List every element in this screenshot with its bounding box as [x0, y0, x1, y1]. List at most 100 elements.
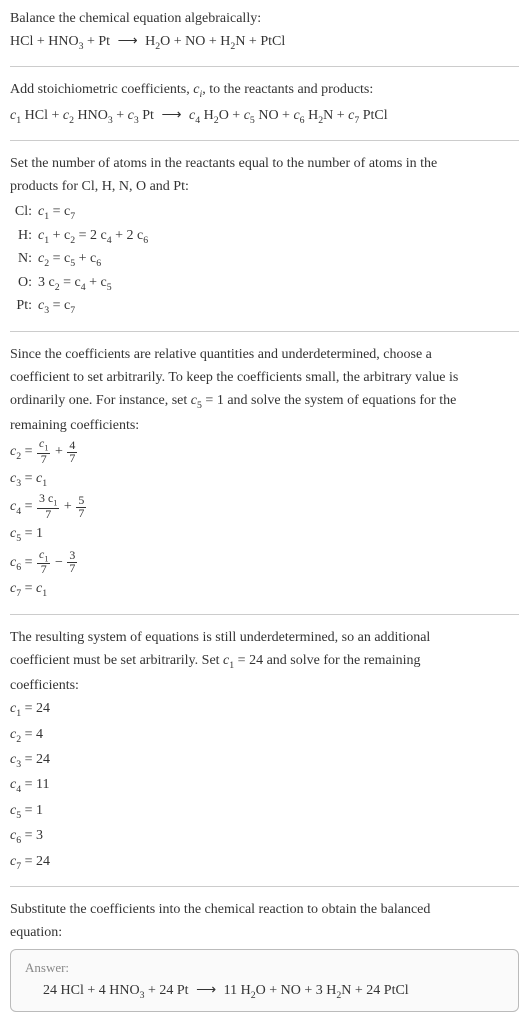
step3-p2: coefficient to set arbitrarily. To keep …: [10, 367, 519, 388]
text: 7: [67, 453, 77, 465]
intro-title: Balance the chemical equation algebraica…: [10, 8, 519, 29]
result-c5: c5 = 1: [10, 800, 519, 823]
coeff-c3: c3 = c1: [10, 468, 519, 491]
text: = c: [49, 204, 70, 219]
text: + c: [49, 228, 70, 243]
text: O + NO + 3 H: [256, 983, 337, 998]
step1-equation: c1 HCl + c2 HNO3 + c3 Pt ⟶ c4 H2O + c5 N…: [10, 105, 519, 128]
subscript: 1: [53, 499, 57, 508]
text: 3 c: [38, 275, 55, 290]
subscript: 6: [96, 258, 101, 269]
divider: [10, 614, 519, 615]
fraction: 57: [76, 495, 86, 520]
atom-row-h: H: c1 + c2 = 2 c4 + 2 c6: [10, 225, 519, 248]
step1-title: Add stoichiometric coefficients, ci, to …: [10, 79, 519, 102]
result-c1: c1 = 24: [10, 698, 519, 721]
atom-label: Pt:: [10, 295, 38, 318]
atom-label: Cl:: [10, 201, 38, 224]
step1-section: Add stoichiometric coefficients, ci, to …: [10, 79, 519, 128]
result-c6: c6 = 3: [10, 825, 519, 848]
text: −: [51, 555, 66, 570]
step4-p2: coefficient must be set arbitrarily. Set…: [10, 650, 519, 673]
text: = 24: [21, 752, 50, 767]
atom-equation: c3 = c7: [38, 295, 519, 318]
atom-row-n: N: c2 = c5 + c6: [10, 248, 519, 271]
text: +: [113, 108, 128, 123]
result-c2: c2 = 4: [10, 724, 519, 747]
text: =: [21, 444, 36, 459]
eq-text: + Pt: [83, 34, 113, 49]
step4-p3: coefficients:: [10, 675, 519, 696]
text: = 24: [21, 701, 50, 716]
step3-p1: Since the coefficients are relative quan…: [10, 344, 519, 365]
divider: [10, 66, 519, 67]
fraction: 47: [67, 440, 77, 465]
step5-section: Substitute the coefficients into the che…: [10, 899, 519, 1012]
text: Add stoichiometric coefficients,: [10, 82, 193, 97]
text: ordinarily one. For instance, set: [10, 393, 191, 408]
result-c3: c3 = 24: [10, 749, 519, 772]
answer-title: Answer:: [25, 960, 504, 976]
eq-text: H: [142, 34, 156, 49]
fraction: 37: [67, 550, 77, 575]
text: 7: [37, 564, 50, 576]
subscript: 1: [42, 588, 47, 599]
text: =: [21, 581, 36, 596]
text: + c: [75, 251, 96, 266]
text: +: [60, 499, 75, 514]
text: = c: [49, 298, 70, 313]
atom-equation: c1 = c7: [38, 201, 519, 224]
step3-p4: remaining coefficients:: [10, 415, 519, 436]
text: HCl +: [21, 108, 63, 123]
text: 7: [67, 563, 77, 575]
result-c7: c7 = 24: [10, 851, 519, 874]
atom-label: O:: [10, 272, 38, 295]
result-c4: c4 = 11: [10, 774, 519, 797]
subscript: 7: [70, 211, 75, 222]
text: + c: [86, 275, 107, 290]
text: = 24 and solve for the remaining: [234, 653, 420, 668]
intro-section: Balance the chemical equation algebraica…: [10, 8, 519, 54]
step2-title-line1: Set the number of atoms in the reactants…: [10, 153, 519, 174]
answer-box: Answer: 24 HCl + 4 HNO3 + 24 Pt ⟶ 11 H2O…: [10, 949, 519, 1012]
text: + 24 Pt: [144, 983, 192, 998]
text: = 3: [21, 828, 43, 843]
fraction: c17: [37, 549, 50, 577]
atom-equations: Cl: c1 = c7 H: c1 + c2 = 2 c4 + 2 c6 N: …: [10, 201, 519, 318]
text: coefficient must be set arbitrarily. Set: [10, 653, 223, 668]
intro-equation: HCl + HNO3 + Pt ⟶ H2O + NO + H2N + PtCl: [10, 31, 519, 54]
text: 24 HCl + 4 HNO: [43, 983, 140, 998]
coeff-c7: c7 = c1: [10, 578, 519, 601]
coeff-c4: c4 = 3 c17 + 57: [10, 493, 519, 521]
coeff-c5: c5 = 1: [10, 523, 519, 546]
coeff-c6: c6 = c17 − 37: [10, 549, 519, 577]
answer-equation: 24 HCl + 4 HNO3 + 24 Pt ⟶ 11 H2O + NO + …: [25, 982, 504, 1001]
subscript: 5: [107, 282, 112, 293]
text: Pt: [139, 108, 158, 123]
subscript: 6: [143, 235, 148, 246]
step3-p3: ordinarily one. For instance, set c5 = 1…: [10, 390, 519, 413]
coeff-c2: c2 = c17 + 47: [10, 438, 519, 466]
arrow-icon: ⟶: [118, 31, 138, 52]
text: 7: [76, 508, 86, 520]
text: H: [305, 108, 319, 123]
text: HNO: [74, 108, 108, 123]
text: N +: [323, 108, 348, 123]
text: 3 c: [39, 491, 53, 505]
text: 7: [37, 509, 59, 521]
eq-text: HCl + HNO: [10, 34, 79, 49]
atom-row-cl: Cl: c1 = c7: [10, 201, 519, 224]
step5-p2: equation:: [10, 922, 519, 943]
eq-text: O + NO + H: [160, 34, 230, 49]
atom-row-pt: Pt: c3 = c7: [10, 295, 519, 318]
text: = 24: [21, 854, 50, 869]
step3-section: Since the coefficients are relative quan…: [10, 344, 519, 602]
atom-equation: c2 = c5 + c6: [38, 248, 519, 271]
atom-equation: 3 c2 = c4 + c5: [38, 272, 519, 295]
atom-label: N:: [10, 248, 38, 271]
step4-section: The resulting system of equations is sti…: [10, 627, 519, 875]
coeff-list: c2 = c17 + 47 c3 = c1 c4 = 3 c17 + 57 c5…: [10, 438, 519, 601]
text: NO +: [255, 108, 294, 123]
text: + 2 c: [112, 228, 144, 243]
result-list: c1 = 24 c2 = 4 c3 = 24 c4 = 11 c5 = 1 c6…: [10, 698, 519, 874]
